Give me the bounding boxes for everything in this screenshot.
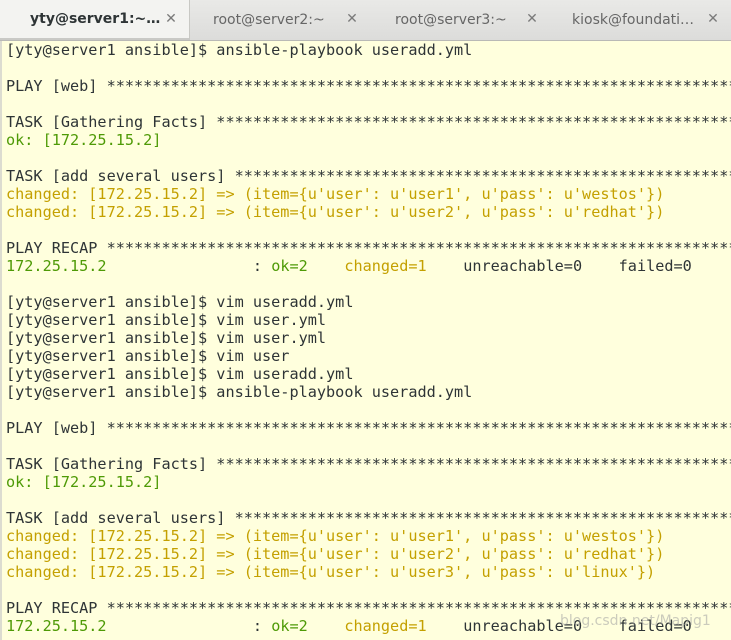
terminal-line: changed: [172.25.15.2] => (item={u'user'… [6, 527, 665, 545]
terminal-line: PLAY [web] *****************************… [6, 419, 731, 437]
terminal-line: [yty@server1 ansible]$ vim useradd.yml [6, 365, 354, 383]
recap-spacer [427, 257, 464, 275]
terminal-line: [yty@server1 ansible]$ ansible-playbook … [6, 41, 473, 59]
terminal-line: changed: [172.25.15.2] => (item={u'user'… [6, 563, 656, 581]
recap-separator: : [106, 257, 272, 275]
recap-ok-count: ok=2 [271, 617, 308, 635]
recap-spacer [308, 617, 345, 635]
terminal-left-border [0, 41, 2, 640]
terminal-line: [yty@server1 ansible]$ vim user.yml [6, 329, 327, 347]
terminal-line: [yty@server1 ansible]$ vim user.yml [6, 311, 327, 329]
tab-server1[interactable]: yty@server1:~… ✕ [0, 0, 190, 40]
close-icon[interactable]: ✕ [163, 11, 179, 27]
watermark-text: blog.csdn.net/Mapig1 [560, 613, 711, 629]
tab-server3[interactable]: root@server3:~ ✕ [370, 0, 550, 40]
terminal-window: yty@server1:~… ✕ root@server2:~ ✕ root@s… [0, 0, 731, 640]
recap-spacer [308, 257, 345, 275]
close-icon[interactable]: ✕ [344, 11, 360, 27]
recap-host: 172.25.15.2 [6, 617, 107, 635]
terminal-line: [yty@server1 ansible]$ ansible-playbook … [6, 383, 473, 401]
recap-separator: : [106, 617, 272, 635]
terminal-line: TASK [Gathering Facts] *****************… [6, 455, 731, 473]
terminal-line: PLAY [web] *****************************… [6, 77, 731, 95]
terminal-line: [yty@server1 ansible]$ vim useradd.yml [6, 293, 354, 311]
recap-changed-count: changed=1 [344, 257, 427, 275]
tab-foundation[interactable]: kiosk@foundati… ✕ [550, 0, 731, 40]
tab-server2[interactable]: root@server2:~ ✕ [190, 0, 370, 40]
recap-changed-count: changed=1 [344, 617, 427, 635]
terminal-line: ok: [172.25.15.2] [6, 473, 162, 491]
terminal-line: changed: [172.25.15.2] => (item={u'user'… [6, 545, 665, 563]
tab-label: yty@server1:~… [30, 11, 161, 27]
terminal-line: ok: [172.25.15.2] [6, 131, 162, 149]
recap-ok-count: ok=2 [271, 257, 308, 275]
terminal-line: TASK [add several users] ***************… [6, 509, 731, 527]
close-icon[interactable]: ✕ [705, 11, 721, 27]
terminal-line: TASK [add several users] ***************… [6, 167, 731, 185]
terminal-line: [yty@server1 ansible]$ vim user [6, 347, 290, 365]
terminal-line: PLAY RECAP *****************************… [6, 239, 731, 257]
terminal-output[interactable]: [yty@server1 ansible]$ ansible-playbook … [0, 41, 731, 640]
recap-host: 172.25.15.2 [6, 257, 107, 275]
terminal-line: TASK [Gathering Facts] *****************… [6, 113, 731, 131]
tab-label: root@server3:~ [395, 12, 507, 28]
tab-bar: yty@server1:~… ✕ root@server2:~ ✕ root@s… [0, 0, 731, 41]
terminal-line: changed: [172.25.15.2] => (item={u'user'… [6, 185, 665, 203]
recap-spacer [427, 617, 464, 635]
recap-unreachable-failed: unreachable=0 failed=0 [463, 257, 692, 275]
tab-label: kiosk@foundati… [572, 12, 695, 28]
terminal-line: changed: [172.25.15.2] => (item={u'user'… [6, 203, 665, 221]
terminal-line: 172.25.15.2 : ok=2 changed=1 unreachable… [6, 257, 731, 275]
close-icon[interactable]: ✕ [524, 11, 540, 27]
tab-label: root@server2:~ [213, 12, 325, 28]
